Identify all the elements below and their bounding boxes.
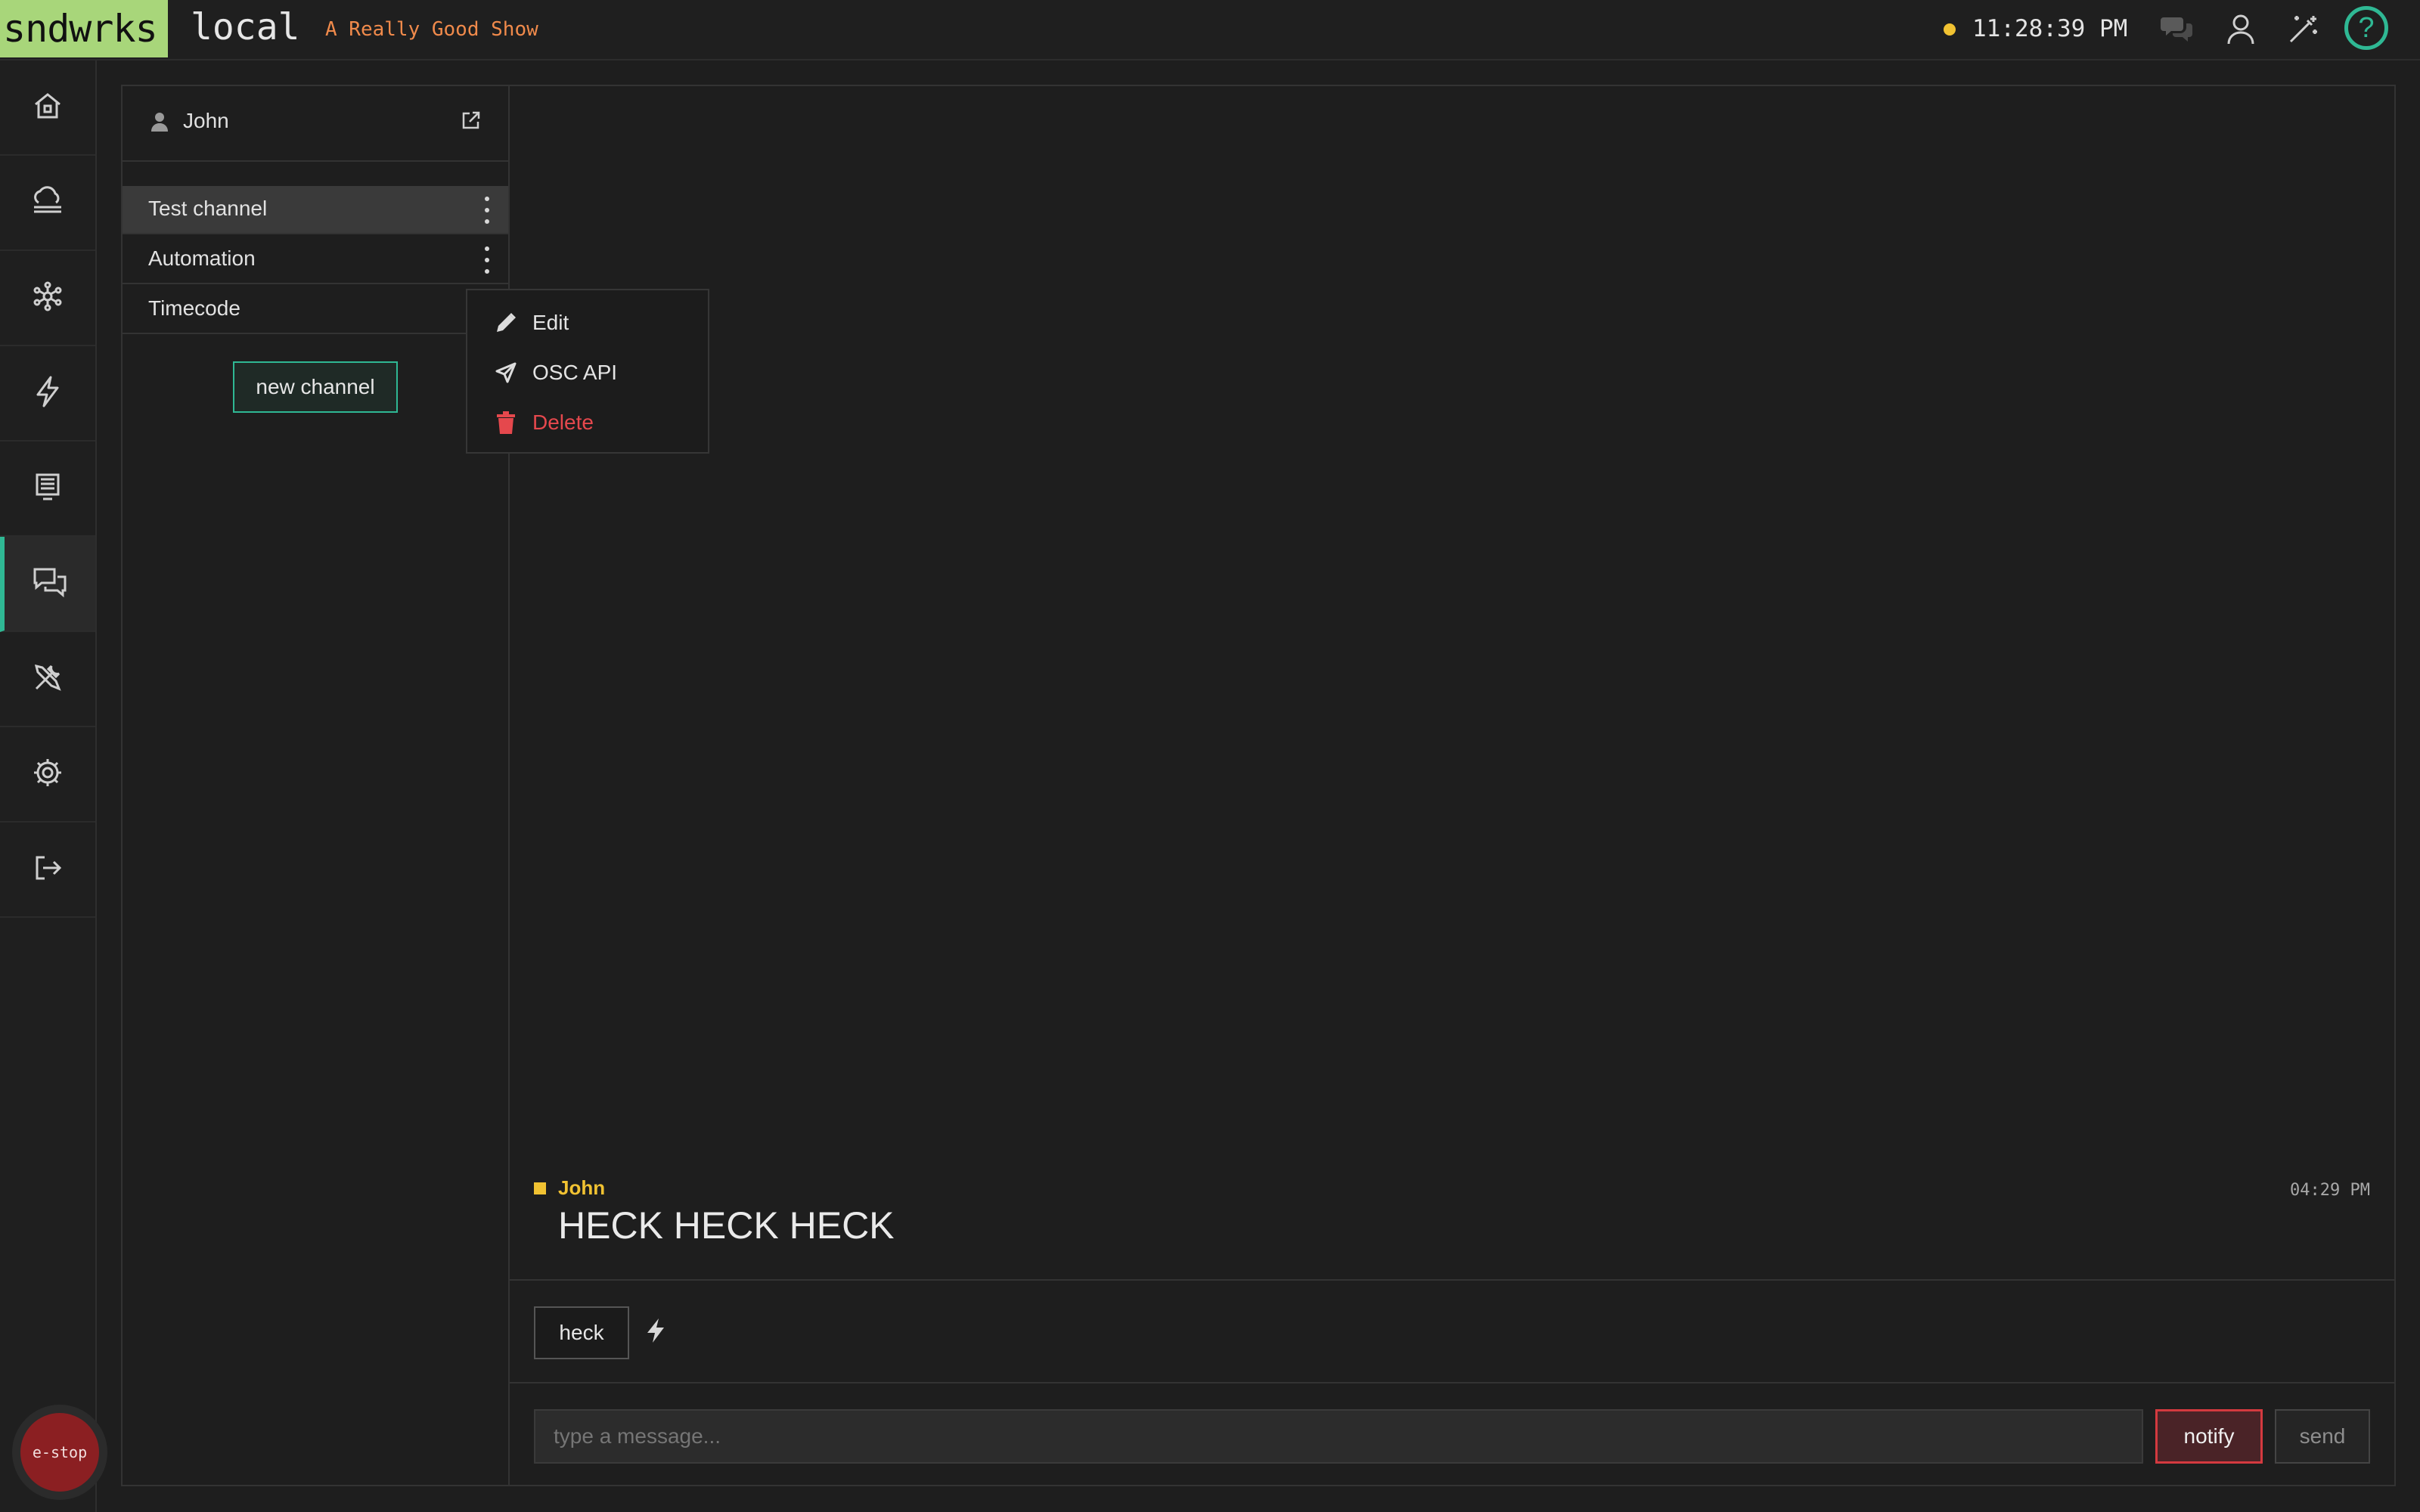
nav-triggers[interactable] <box>0 346 95 442</box>
trash-icon <box>493 410 519 435</box>
kebab-menu-icon[interactable] <box>481 246 493 274</box>
menu-item-osc-api[interactable]: OSC API <box>493 358 617 388</box>
environment-label: local <box>191 6 300 48</box>
show-name: A Really Good Show <box>325 18 538 41</box>
channel-context-menu: Edit OSC API Delete <box>466 289 709 454</box>
external-link-icon[interactable] <box>461 110 481 134</box>
nav-network[interactable] <box>0 251 95 346</box>
tools-icon <box>32 662 64 697</box>
send-icon <box>493 360 519 386</box>
e-stop-button[interactable]: e-stop <box>12 1405 107 1500</box>
nav-logout[interactable] <box>0 823 95 918</box>
nav-tools[interactable] <box>0 632 95 727</box>
magic-wand-icon[interactable] <box>2284 11 2322 48</box>
side-nav <box>0 60 97 1512</box>
help-icon[interactable]: ? <box>2344 6 2388 50</box>
user-name: John <box>183 109 229 132</box>
channel-label: Test channel <box>148 197 268 220</box>
lightning-icon <box>34 375 61 412</box>
monitor-icon <box>33 472 63 506</box>
notify-button[interactable]: notify <box>2155 1409 2263 1464</box>
user-icon <box>151 112 168 135</box>
menu-item-label: Delete <box>532 411 594 434</box>
message-meta: John <box>534 1176 605 1200</box>
message-input[interactable] <box>534 1409 2143 1464</box>
menu-item-edit[interactable]: Edit <box>493 308 569 338</box>
channel-panel: John Test channel Automation Timecode ne… <box>123 86 510 1485</box>
quick-message-bar: heck <box>510 1279 2394 1383</box>
nav-display[interactable] <box>0 442 95 537</box>
gear-icon <box>32 757 64 792</box>
lightning-icon[interactable] <box>644 1317 667 1348</box>
channel-item-test-channel[interactable]: Test channel <box>123 186 508 234</box>
home-icon <box>33 91 63 125</box>
current-user-row: John <box>123 86 508 162</box>
message-text: HECK HECK HECK <box>558 1204 895 1247</box>
cloud-server-icon <box>31 185 64 220</box>
channel-label: Timecode <box>148 296 240 320</box>
chat-workspace: John Test channel Automation Timecode ne… <box>121 85 2396 1486</box>
nav-chat[interactable] <box>0 537 95 632</box>
message-timestamp: 04:29 PM <box>2290 1181 2370 1200</box>
e-stop-label: e-stop <box>20 1413 99 1492</box>
send-button[interactable]: send <box>2275 1409 2370 1464</box>
pencil-icon <box>493 310 519 336</box>
menu-item-label: Edit <box>532 311 569 334</box>
channel-item-timecode[interactable]: Timecode <box>123 286 508 334</box>
nav-cloud[interactable] <box>0 156 95 251</box>
new-channel-button[interactable]: new channel <box>233 361 398 413</box>
chat-bubbles-icon[interactable] <box>2158 11 2196 48</box>
brand-logo[interactable]: sndwrks <box>0 0 168 57</box>
quick-message-button[interactable]: heck <box>534 1306 629 1359</box>
nav-settings[interactable] <box>0 727 95 823</box>
message-author: John <box>558 1176 606 1199</box>
chat-icon <box>33 566 67 602</box>
channel-label: Automation <box>148 246 256 270</box>
logout-icon <box>33 853 63 887</box>
menu-item-label: OSC API <box>532 361 618 384</box>
network-nodes-icon <box>33 281 63 315</box>
kebab-menu-icon[interactable] <box>481 197 493 224</box>
menu-item-delete[interactable]: Delete <box>493 407 594 438</box>
top-bar: sndwrks local A Really Good Show 11:28:3… <box>0 0 2420 60</box>
user-icon[interactable] <box>2222 11 2260 48</box>
author-color-marker <box>534 1182 546 1194</box>
nav-home[interactable] <box>0 60 95 156</box>
clock: 11:28:39 PM <box>1972 15 2128 42</box>
channel-item-automation[interactable]: Automation <box>123 236 508 284</box>
status-dot <box>1944 23 1956 36</box>
